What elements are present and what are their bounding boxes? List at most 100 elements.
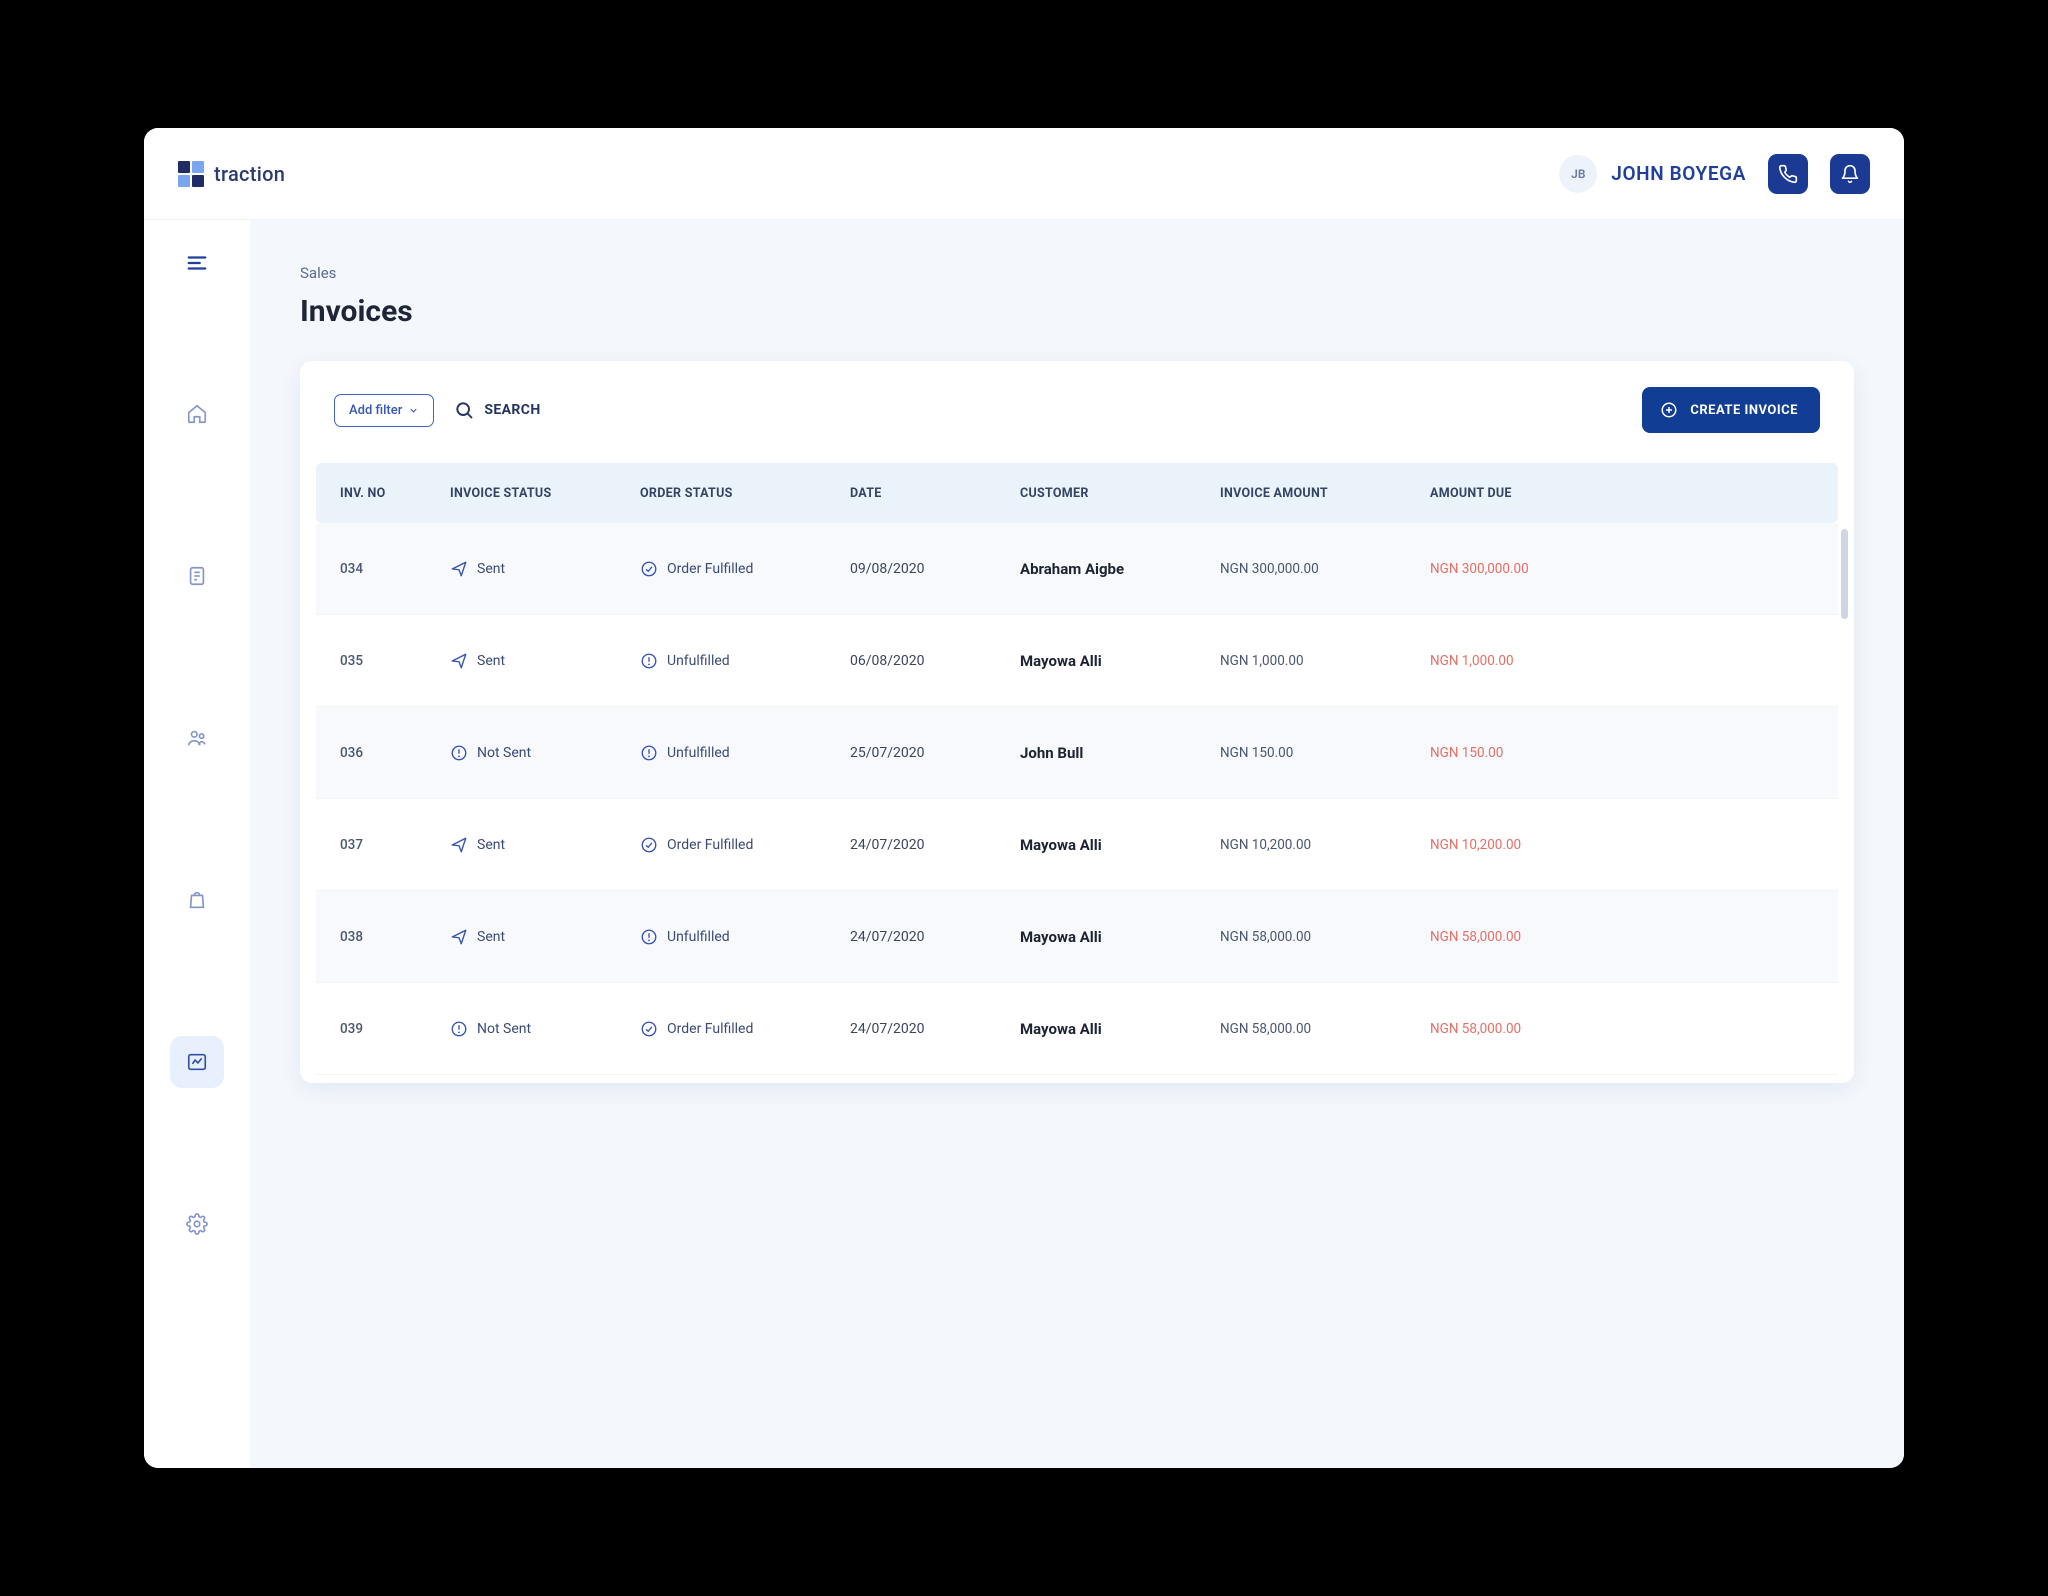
home-icon [186,403,208,425]
invoice-status-label: Sent [477,653,505,669]
chart-icon [186,1051,208,1073]
th-invoice-amount: INVOICE AMOUNT [1220,486,1430,501]
cell-invoice-status: Not Sent [450,744,640,762]
cell-order-status: Order Fulfilled [640,836,850,854]
user-name: JOHN BOYEGA [1611,162,1746,185]
invoice-status-label: Sent [477,837,505,853]
check-circle-icon [640,560,658,578]
sidebar-item-customers[interactable] [170,712,224,764]
gear-icon [186,1213,208,1235]
order-status-label: Order Fulfilled [667,1021,753,1037]
order-status-label: Unfulfilled [667,929,730,945]
sidebar-item-orders[interactable] [170,874,224,926]
order-status-label: Unfulfilled [667,653,730,669]
breadcrumb: Sales [300,264,1854,282]
th-invoice-status: INVOICE STATUS [450,486,640,501]
cell-inv-no: 036 [340,745,450,761]
chevron-down-icon [408,405,419,416]
menu-toggle-button[interactable] [184,252,210,328]
plus-circle-icon [1660,401,1678,419]
alert-circle-icon [450,1020,468,1038]
cell-invoice-status: Sent [450,928,640,946]
th-order-status: ORDER STATUS [640,486,850,501]
sidebar-nav [170,388,224,1250]
cell-date: 25/07/2020 [850,745,1020,761]
phone-button[interactable] [1768,154,1808,194]
check-circle-icon [640,1020,658,1038]
notifications-button[interactable] [1830,154,1870,194]
user-avatar: JB [1559,155,1597,193]
th-customer: CUSTOMER [1020,486,1220,501]
cell-inv-no: 035 [340,653,450,669]
cell-order-status: Unfulfilled [640,928,850,946]
invoice-status-label: Not Sent [477,1021,531,1037]
check-circle-icon [640,836,658,854]
sidebar-item-home[interactable] [170,388,224,440]
add-filter-label: Add filter [349,403,402,418]
table-row[interactable]: 036 Not Sent Unfulfilled 25/07/2020 John… [316,707,1838,799]
alert-circle-icon [640,744,658,762]
search-label: SEARCH [484,402,540,418]
cell-inv-no: 038 [340,929,450,945]
cell-amount-due: NGN 300,000.00 [1430,561,1630,577]
table-header: INV. NO INVOICE STATUS ORDER STATUS DATE… [316,463,1838,523]
toolbar-left: Add filter SEARCH [334,394,541,427]
app-header: traction JB JOHN BOYEGA [144,128,1904,220]
cell-date: 06/08/2020 [850,653,1020,669]
phone-icon [1778,164,1798,184]
sidebar-item-documents[interactable] [170,550,224,602]
paper-plane-icon [450,836,468,854]
cell-order-status: Order Fulfilled [640,1020,850,1038]
cell-customer: John Bull [1020,744,1220,762]
cell-invoice-status: Sent [450,560,640,578]
cell-invoice-amount: NGN 1,000.00 [1220,653,1430,669]
order-status-label: Unfulfilled [667,745,730,761]
add-filter-button[interactable]: Add filter [334,394,434,427]
cell-amount-due: NGN 150.00 [1430,745,1630,761]
cell-date: 24/07/2020 [850,837,1020,853]
invoice-status-label: Sent [477,561,505,577]
cell-invoice-status: Sent [450,836,640,854]
th-date: DATE [850,486,1020,501]
alert-circle-icon [640,928,658,946]
user-badge[interactable]: JB JOHN BOYEGA [1559,155,1746,193]
search-icon [454,400,474,420]
cell-customer: Mayowa Alli [1020,652,1220,670]
cell-date: 09/08/2020 [850,561,1020,577]
th-amount-due: AMOUNT DUE [1430,486,1630,501]
app-window: traction JB JOHN BOYEGA [144,128,1904,1468]
paper-plane-icon [450,652,468,670]
cell-invoice-status: Sent [450,652,640,670]
bell-icon [1840,164,1860,184]
create-invoice-label: CREATE INVOICE [1690,403,1798,418]
invoice-status-label: Sent [477,929,505,945]
cell-invoice-amount: NGN 150.00 [1220,745,1430,761]
alert-circle-icon [450,744,468,762]
alert-circle-icon [640,652,658,670]
table-row[interactable]: 034 Sent Order Fulfilled 09/08/2020 Abra… [316,523,1838,615]
scrollbar[interactable] [1841,529,1848,619]
paper-plane-icon [450,560,468,578]
paper-plane-icon [450,928,468,946]
toolbar: Add filter SEARCH CREATE INVOICE [300,361,1854,451]
search-button[interactable]: SEARCH [454,400,540,420]
th-inv-no: INV. NO [340,486,450,501]
brand: traction [178,161,285,187]
cell-invoice-amount: NGN 300,000.00 [1220,561,1430,577]
cell-inv-no: 039 [340,1021,450,1037]
order-status-label: Order Fulfilled [667,837,753,853]
sidebar-item-settings[interactable] [170,1198,224,1250]
brand-logo-icon [178,161,204,187]
cell-order-status: Order Fulfilled [640,560,850,578]
table-row[interactable]: 038 Sent Unfulfilled 24/07/2020 Mayowa A… [316,891,1838,983]
cell-customer: Mayowa Alli [1020,1020,1220,1038]
shopping-bag-icon [186,889,208,911]
table-row[interactable]: 035 Sent Unfulfilled 06/08/2020 Mayowa A… [316,615,1838,707]
create-invoice-button[interactable]: CREATE INVOICE [1642,387,1820,433]
sidebar-item-analytics[interactable] [170,1036,224,1088]
table-row[interactable]: 039 Not Sent Order Fulfilled 24/07/2020 … [316,983,1838,1075]
cell-inv-no: 034 [340,561,450,577]
table-row[interactable]: 037 Sent Order Fulfilled 24/07/2020 Mayo… [316,799,1838,891]
cell-invoice-amount: NGN 10,200.00 [1220,837,1430,853]
brand-name: traction [214,162,285,186]
